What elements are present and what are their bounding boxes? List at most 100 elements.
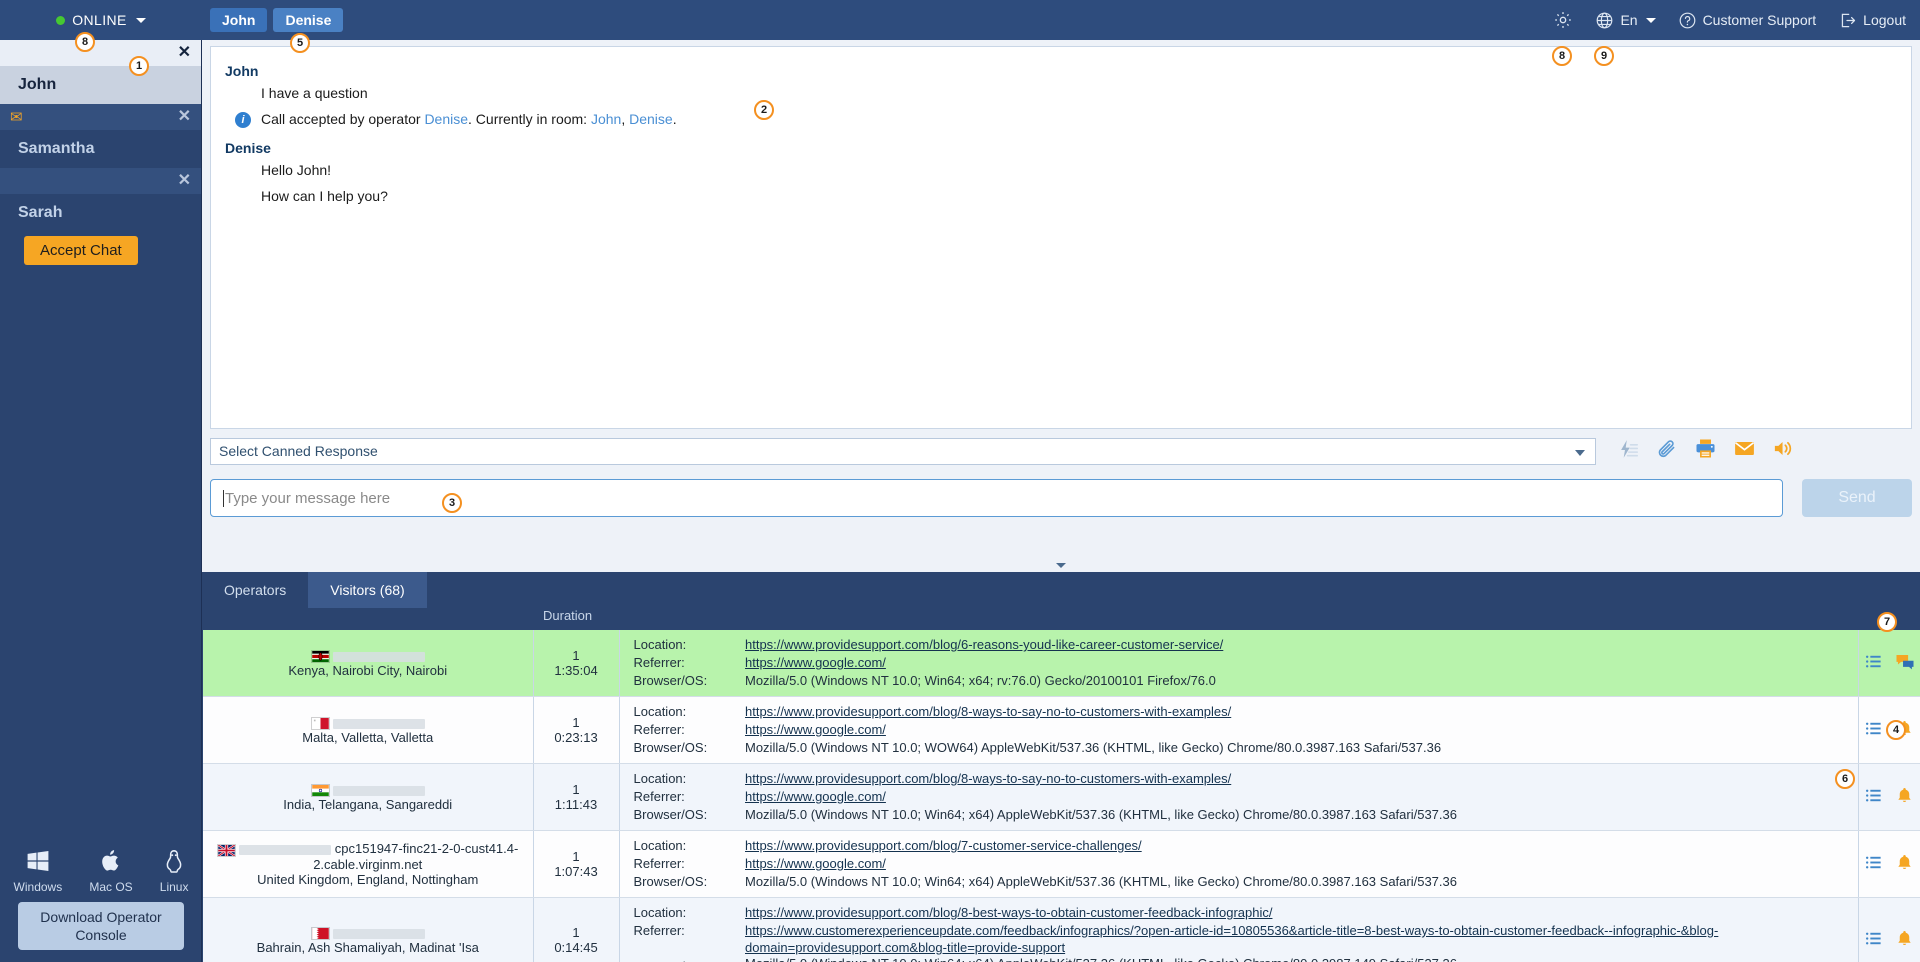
- visitor-location: United Kingdom, England, Nottingham: [257, 871, 479, 887]
- language-selector[interactable]: En: [1595, 11, 1656, 30]
- annotation-badge-2-3: 2: [754, 100, 774, 120]
- visits-duration-cell: 1 1:11:43: [533, 763, 620, 831]
- text-caret: [223, 489, 224, 507]
- bell-icon[interactable]: [1895, 929, 1914, 951]
- operator-status-selector[interactable]: ONLINE: [0, 0, 202, 40]
- visitor-browser-os: Mozilla/5.0 (Windows NT 10.0; Win64; x64…: [745, 955, 1852, 962]
- sidebar-chat-sarah-namebox[interactable]: Sarah: [0, 194, 201, 232]
- label-location: Location:: [633, 704, 687, 719]
- canned-response-row: Select Canned Response: [210, 437, 1912, 465]
- windows-icon: [27, 851, 49, 871]
- column-header-duration: Duration: [543, 608, 593, 623]
- envelope-icon[interactable]: ✉: [10, 110, 23, 125]
- bell-icon[interactable]: [1895, 853, 1914, 875]
- visitor-ip-line: [207, 648, 529, 664]
- chat-bubble-icon[interactable]: [1895, 653, 1915, 674]
- download-macos[interactable]: Mac OS: [89, 848, 133, 894]
- visitor-host: cpc151947-finc21-2-0-cust41.4-2.cable.vi…: [313, 841, 519, 872]
- bell-icon[interactable]: [1895, 786, 1914, 808]
- visitor-location-link[interactable]: https://www.providesupport.com/blog/6-re…: [745, 636, 1852, 654]
- annotation-badge-3-6: 3: [442, 493, 462, 513]
- sidebar-chat-samantha-namebox[interactable]: Samantha: [0, 130, 201, 168]
- visitor-location-link[interactable]: https://www.providesupport.com/blog/7-cu…: [745, 837, 1852, 855]
- sidebar-chat-john[interactable]: ✕ John: [0, 40, 201, 104]
- accept-chat-button[interactable]: Accept Chat: [24, 236, 138, 265]
- visitor-location: India, Telangana, Sangareddi: [283, 797, 453, 813]
- label-browser: Browser/OS:: [633, 740, 708, 755]
- visitors-table-header: Duration: [202, 608, 1920, 630]
- email-icon[interactable]: [1733, 437, 1756, 465]
- visit-count: 1: [572, 849, 580, 864]
- details-icon[interactable]: [1864, 719, 1883, 741]
- label-referrer: Referrer:: [633, 856, 685, 871]
- masked-ip: [239, 845, 332, 856]
- table-row[interactable]: Bahrain, Ash Shamaliyah, Madinat 'Isa 1 0:…: [203, 897, 1920, 962]
- attachment-icon[interactable]: [1656, 438, 1678, 465]
- visitor-referrer-link-cont[interactable]: domain=providesupport.com&blog-title=pro…: [745, 940, 1852, 955]
- label-browser: Browser/OS:: [633, 874, 708, 889]
- visitor-referrer-link[interactable]: https://www.google.com/: [745, 654, 1852, 672]
- detail-values-cell: https://www.providesupport.com/blog/8-wa…: [741, 763, 1858, 831]
- label-location: Location:: [633, 905, 687, 920]
- chat-tab-john[interactable]: John: [210, 8, 268, 32]
- close-icon[interactable]: ✕: [178, 109, 191, 125]
- customer-support-link[interactable]: Customer Support: [1678, 11, 1817, 30]
- gear-icon[interactable]: [1553, 10, 1573, 30]
- print-icon[interactable]: [1694, 437, 1717, 465]
- logout-button[interactable]: Logout: [1838, 11, 1906, 30]
- details-icon[interactable]: [1864, 786, 1883, 808]
- visitor-referrer-link[interactable]: https://www.google.com/: [745, 788, 1852, 806]
- tab-operators[interactable]: Operators: [202, 572, 308, 608]
- table-row[interactable]: cpc151947-finc21-2-0-cust41.4-2.cable.vi…: [203, 830, 1920, 898]
- visitor-location-link[interactable]: https://www.providesupport.com/blog/8-wa…: [745, 703, 1852, 721]
- visitor-location-link[interactable]: https://www.providesupport.com/blog/8-wa…: [745, 770, 1852, 788]
- visitor-location-link[interactable]: https://www.providesupport.com/blog/8-be…: [745, 904, 1852, 922]
- visitor-ip-line: [207, 715, 529, 731]
- visits-duration-cell: 1 0:23:13: [533, 696, 620, 764]
- quick-reply-icon[interactable]: [1618, 438, 1640, 465]
- details-icon[interactable]: [1864, 853, 1883, 875]
- visitors-table-scroll[interactable]: Kenya, Nairobi City, Nairobi 1 1:35:04 Loca…: [202, 630, 1920, 962]
- canned-response-select[interactable]: Select Canned Response: [210, 437, 1596, 465]
- visit-duration: 0:14:45: [554, 940, 598, 955]
- download-windows[interactable]: Windows: [14, 848, 62, 894]
- visitor-browser-os: Mozilla/5.0 (Windows NT 10.0; Win64; x64…: [745, 673, 1216, 688]
- sys-room-john-link[interactable]: John: [591, 111, 621, 127]
- sidebar-chat-samantha[interactable]: ✉ ✕ Samantha: [0, 104, 201, 168]
- chat-tab-denise[interactable]: Denise: [273, 8, 344, 32]
- table-row[interactable]: India, Telangana, Sangareddi 1 1:11:43 Loca…: [203, 763, 1920, 831]
- customer-support-label: Customer Support: [1702, 12, 1817, 28]
- label-location: Location:: [633, 637, 687, 652]
- visitor-cell: cpc151947-finc21-2-0-cust41.4-2.cable.vi…: [203, 830, 534, 898]
- sys-operator-link[interactable]: Denise: [424, 111, 468, 127]
- tab-visitors[interactable]: Visitors (68): [308, 572, 427, 608]
- label-browser: Browser/OS:: [633, 807, 708, 822]
- annotation-badge-5-2: 5: [290, 33, 310, 53]
- annotation-badge-8-0: 8: [75, 32, 95, 52]
- visitor-referrer-link[interactable]: https://www.google.com/: [745, 855, 1852, 873]
- visitor-referrer-link[interactable]: https://www.customerexperienceupdate.com…: [745, 922, 1852, 940]
- download-operator-console-button[interactable]: Download Operator Console: [18, 902, 184, 950]
- panel-resize-handle[interactable]: [202, 558, 1920, 572]
- details-icon[interactable]: [1864, 652, 1883, 674]
- chat-panel: John I have a question i Call accepted b…: [202, 40, 1920, 558]
- chevron-down-icon: [1575, 449, 1585, 456]
- sys-room-denise-link[interactable]: Denise: [629, 111, 673, 127]
- close-icon[interactable]: ✕: [178, 173, 191, 189]
- visitor-referrer-link[interactable]: https://www.google.com/: [745, 721, 1852, 739]
- visitor-cell: Malta, Valletta, Valletta: [203, 696, 534, 764]
- download-linux[interactable]: Linux: [160, 848, 188, 894]
- send-button[interactable]: Send: [1802, 479, 1912, 517]
- close-icon[interactable]: ✕: [178, 45, 191, 61]
- masked-ip: [332, 651, 425, 662]
- details-icon[interactable]: [1864, 929, 1883, 951]
- table-row[interactable]: Malta, Valletta, Valletta 1 0:23:13 Locatio…: [203, 696, 1920, 764]
- visitor-browser-os: Mozilla/5.0 (Windows NT 10.0; Win64; x64…: [745, 807, 1457, 822]
- detail-labels-cell: Location: Referrer: Browser/OS:: [619, 763, 741, 831]
- visitor-location: Malta, Valletta, Valletta: [302, 730, 434, 746]
- sound-icon[interactable]: [1772, 437, 1795, 465]
- sidebar-chat-john-namebox[interactable]: John: [0, 66, 201, 104]
- detail-labels-cell: Location: Referrer: Browser/OS:: [619, 897, 741, 962]
- sidebar-chat-sarah[interactable]: ✕ Sarah Accept Chat: [0, 168, 201, 265]
- table-row[interactable]: Kenya, Nairobi City, Nairobi 1 1:35:04 Loca…: [203, 630, 1920, 697]
